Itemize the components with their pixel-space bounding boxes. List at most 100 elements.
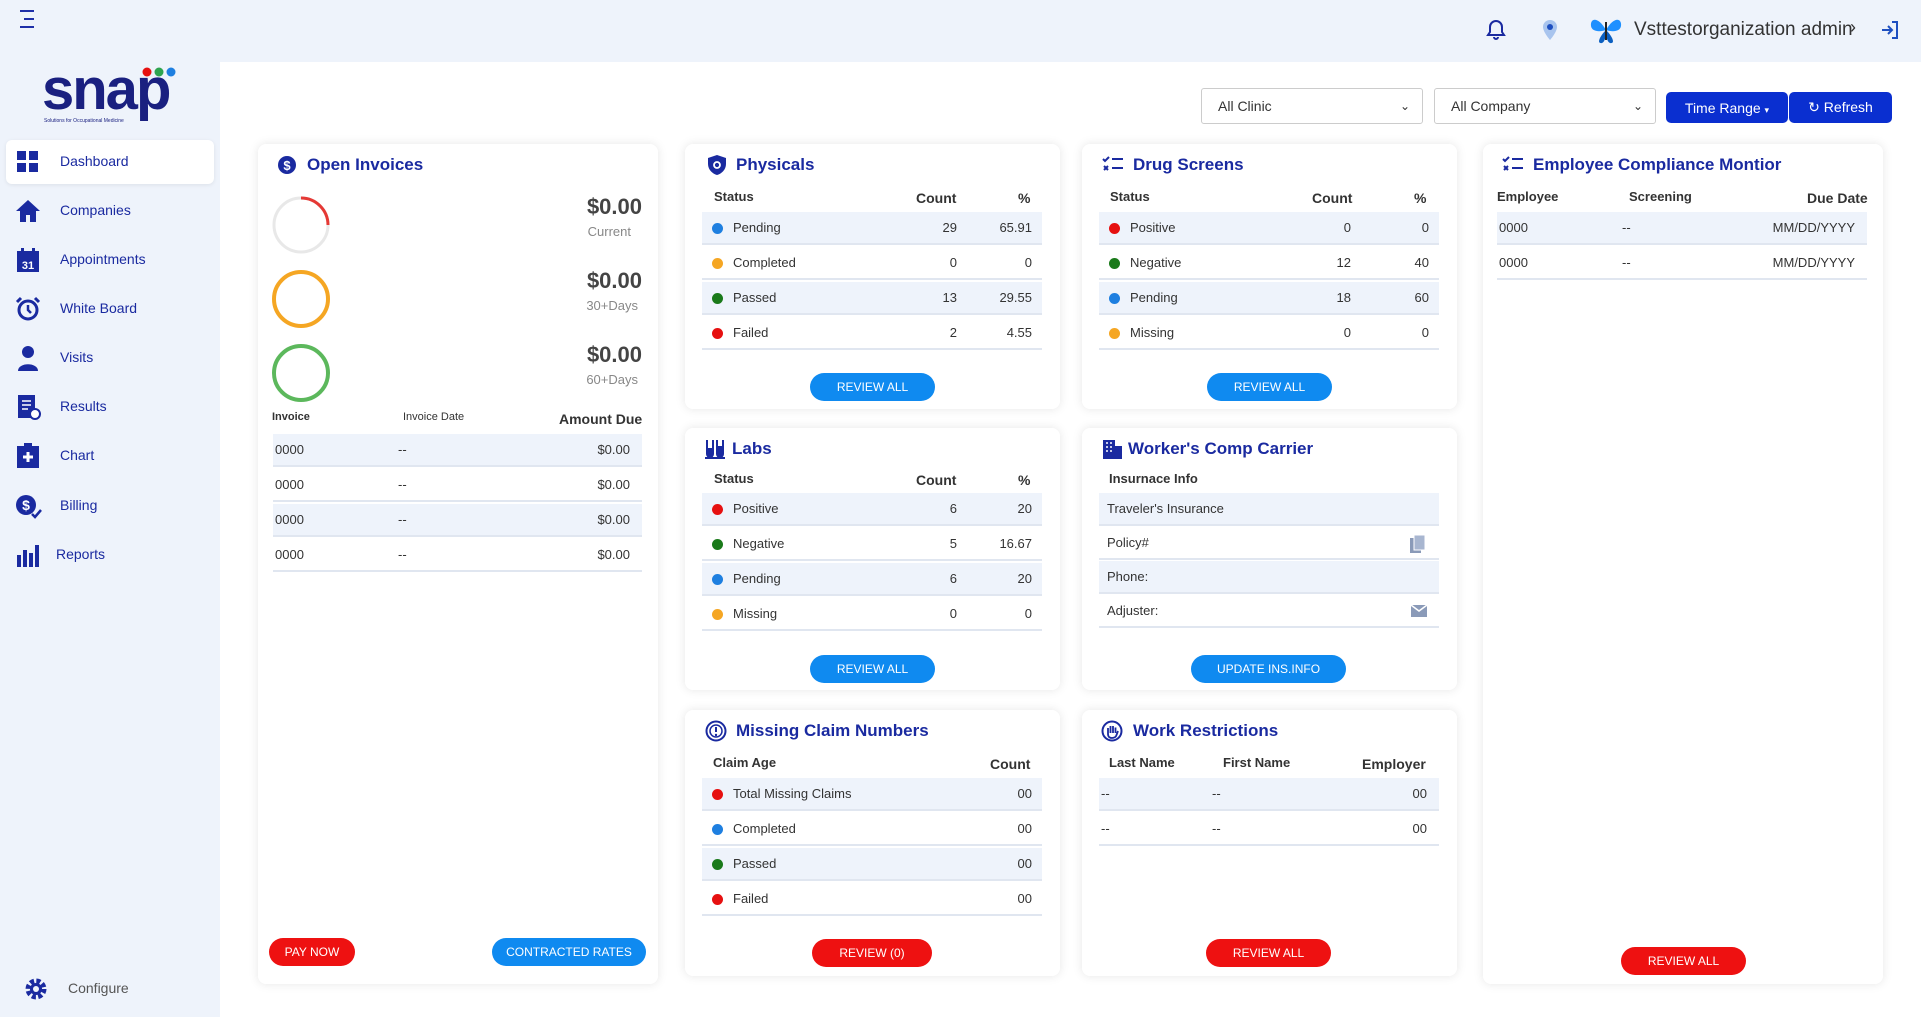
table-row[interactable]: 0000 -- $0.00	[273, 539, 642, 572]
table-row[interactable]: Missing 0 0	[1099, 317, 1439, 350]
screening: --	[1622, 255, 1631, 270]
table-row[interactable]: Negative 12 40	[1099, 247, 1439, 280]
compliance-review-all-button[interactable]: REVIEW ALL	[1621, 947, 1746, 975]
status-percent: 20	[1017, 501, 1032, 516]
table-row[interactable]: Failed 2 4.55	[702, 317, 1042, 350]
table-row[interactable]: 0000 -- MM/DD/YYYY	[1497, 247, 1867, 280]
sidebar-item-billing[interactable]: $ Billing	[6, 484, 214, 528]
table-row[interactable]: Pending 6 20	[702, 563, 1042, 596]
logout-icon[interactable]	[1878, 18, 1902, 42]
calendar-icon: 31	[17, 248, 39, 272]
sidebar-item-visits[interactable]: Visits	[6, 336, 214, 380]
status-label: Negative	[1130, 255, 1182, 270]
table-row[interactable]: Total Missing Claims 00	[702, 778, 1042, 811]
drug-screens-title: Drug Screens	[1133, 155, 1244, 174]
clinic-select-value: All Clinic	[1218, 98, 1272, 114]
location-icon[interactable]	[1538, 18, 1562, 42]
status-percent: 0	[1421, 220, 1429, 235]
status-percent: 0	[1024, 255, 1032, 270]
invoice-date-col-header: Invoice Date	[403, 411, 465, 423]
table-row[interactable]: Passed 00	[702, 848, 1042, 881]
company-select[interactable]: All Company ⌄	[1434, 88, 1656, 124]
status-dot	[712, 223, 723, 234]
table-row[interactable]: Failed 00	[702, 883, 1042, 916]
avatar[interactable]	[1588, 14, 1624, 46]
user-name[interactable]: Vsttestorganization admin	[1634, 19, 1853, 41]
refresh-button[interactable]: ↻ Refresh	[1789, 92, 1892, 123]
labs-review-all-button[interactable]: REVIEW ALL	[810, 655, 935, 683]
sidebar-item-appointments[interactable]: 31 Appointments	[6, 238, 214, 282]
table-row[interactable]: 0000 -- $0.00	[273, 504, 642, 537]
bell-icon[interactable]	[1484, 18, 1508, 42]
update-ins-info-button[interactable]: UPDATE INS.INFO	[1191, 655, 1346, 683]
table-row[interactable]: Pending 18 60	[1099, 282, 1439, 315]
thirty-days-invoice-ring	[272, 270, 330, 328]
table-row[interactable]: Positive 0 0	[1099, 212, 1439, 245]
table-row[interactable]: Passed 13 29.55	[702, 282, 1042, 315]
table-row[interactable]: 0000 -- MM/DD/YYYY	[1497, 212, 1867, 245]
current-invoice-ring	[272, 196, 330, 254]
status-label: Missing	[1130, 325, 1175, 340]
physicals-review-all-button[interactable]: REVIEW ALL	[810, 373, 935, 401]
table-row[interactable]: Completed 0 0	[702, 247, 1042, 280]
sidebar-item-results[interactable]: Results	[6, 385, 214, 429]
sidebar-item-label: Results	[60, 398, 107, 414]
sidebar-item-configure[interactable]: Configure	[14, 967, 164, 1011]
due-date: MM/DD/YYYY	[1772, 255, 1855, 270]
last-name: --	[1101, 786, 1110, 801]
status-col-header: Status	[714, 189, 754, 204]
status-percent: 20	[1017, 571, 1032, 586]
chevron-down-icon: ⌄	[1632, 99, 1643, 113]
menu-toggle-icon[interactable]	[20, 10, 42, 30]
status-dot	[712, 894, 723, 905]
sidebar-item-reports[interactable]: Reports	[6, 533, 214, 577]
sidebar-item-companies[interactable]: Companies	[6, 189, 214, 233]
top-bar: Vsttestorganization admin ›	[0, 0, 1921, 62]
status-dot	[1109, 223, 1120, 234]
sidebar-item-label: White Board	[60, 300, 138, 316]
refresh-icon: ↻	[1808, 99, 1820, 115]
contracted-rates-button[interactable]: CONTRACTED RATES	[492, 938, 646, 966]
review-claims-button[interactable]: REVIEW (0)	[812, 939, 932, 967]
sidebar-item-label: Visits	[60, 349, 94, 365]
chevron-right-icon[interactable]: ›	[1850, 17, 1856, 38]
clinic-select[interactable]: All Clinic ⌄	[1201, 88, 1423, 124]
table-row[interactable]: Negative 5 16.67	[702, 528, 1042, 561]
percent-col-header: %	[1018, 190, 1031, 206]
mail-icon[interactable]	[1411, 605, 1427, 617]
table-row[interactable]: -- -- 00	[1099, 813, 1439, 846]
count-col-header: Count	[1312, 190, 1353, 206]
status-dot	[712, 574, 723, 585]
status-col-header: Status	[1110, 189, 1150, 204]
status-percent: 60	[1414, 290, 1429, 305]
building-icon	[1103, 440, 1122, 459]
dashboard-icon	[17, 151, 38, 172]
status-dot	[712, 824, 723, 835]
table-row[interactable]: Completed 00	[702, 813, 1042, 846]
table-row[interactable]: 0000 -- $0.00	[273, 469, 642, 502]
medical-chart-icon	[17, 443, 39, 468]
sidebar-item-white-board[interactable]: White Board	[6, 287, 214, 331]
sidebar-item-label: Billing	[60, 497, 98, 513]
sidebar-item-label: Companies	[60, 202, 131, 218]
table-row[interactable]: Missing 0 0	[702, 598, 1042, 631]
copy-icon[interactable]	[1409, 534, 1427, 554]
drug-screens-review-all-button[interactable]: REVIEW ALL	[1207, 373, 1332, 401]
table-row[interactable]: Positive 6 20	[702, 493, 1042, 526]
restrictions-review-all-button[interactable]: REVIEW ALL	[1206, 939, 1331, 967]
table-row[interactable]: -- -- 00	[1099, 778, 1439, 811]
status-count: 6	[949, 501, 957, 516]
count-col-header: Count	[990, 756, 1031, 772]
shield-icon	[708, 155, 726, 175]
claim-label: Total Missing Claims	[733, 786, 852, 801]
sidebar-item-dashboard[interactable]: Dashboard	[6, 140, 214, 184]
table-row[interactable]: Pending 29 65.91	[702, 212, 1042, 245]
claim-label: Passed	[733, 856, 777, 871]
table-row[interactable]: 0000 -- $0.00	[273, 434, 642, 467]
status-label: Failed	[733, 325, 769, 340]
sidebar-item-chart[interactable]: Chart	[6, 434, 214, 478]
time-range-button[interactable]: Time Range ▾	[1666, 92, 1788, 123]
pay-now-button[interactable]: PAY NOW	[269, 938, 355, 966]
status-count: 2	[949, 325, 957, 340]
status-dot	[1109, 328, 1120, 339]
